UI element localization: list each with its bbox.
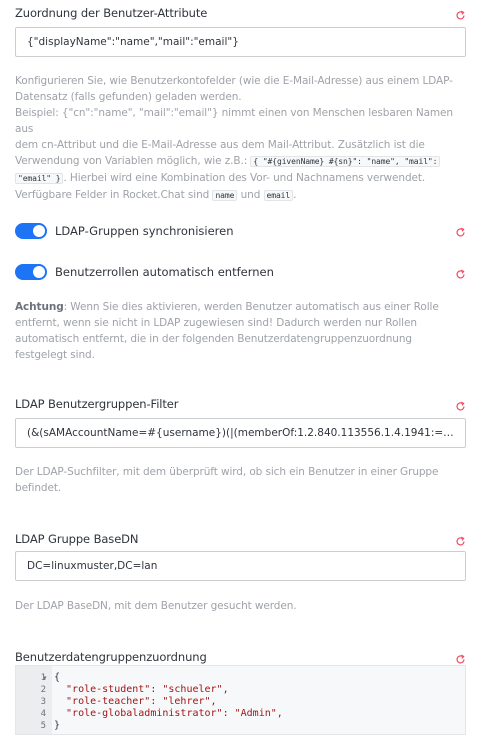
line-number: 3 xyxy=(40,697,46,707)
group-basedn-section: LDAP Gruppe BaseDN DC=linuxmuster,DC=lan… xyxy=(15,532,466,612)
group-filter-label: LDAP Benutzergruppen-Filter xyxy=(15,397,179,411)
code-line: "role-student": "schueler", xyxy=(54,684,229,695)
auto-remove-roles-toggle[interactable] xyxy=(15,264,47,280)
toggle-knob xyxy=(33,225,45,237)
toggle-knob xyxy=(33,266,45,278)
sync-groups-row: LDAP-Gruppen synchronisieren xyxy=(15,222,466,240)
line-number: 4 xyxy=(40,709,46,719)
attr-mapping-help: Konfigurieren Sie, wie Benutzerkontofeld… xyxy=(15,73,466,204)
reset-icon[interactable] xyxy=(455,401,466,412)
reset-icon[interactable] xyxy=(455,10,466,21)
group-filter-value: (&(sAMAccountName=#{username})(|(memberO… xyxy=(27,427,455,439)
field-email-code: email xyxy=(263,190,294,201)
sync-groups-label: LDAP-Gruppen synchronisieren xyxy=(55,224,234,238)
group-basedn-help: Der LDAP BaseDN, mit dem Benutzer gesuch… xyxy=(15,600,297,612)
help-line: Datensatz (falls gefunden) geladen werde… xyxy=(15,91,242,103)
warning-bold: Achtung xyxy=(15,301,64,313)
reset-icon[interactable] xyxy=(455,654,466,665)
reset-icon[interactable] xyxy=(455,536,466,547)
help-line: Verwendung von Variablen möglich, wie z.… xyxy=(15,153,466,170)
reset-icon[interactable] xyxy=(455,227,466,238)
attr-mapping-value: {"displayName":"name","mail":"email"} xyxy=(27,36,239,48)
auto-remove-roles-label: Benutzerrollen automatisch entfernen xyxy=(55,265,274,279)
group-filter-help: Der LDAP-Suchfilter, mit dem überprüft w… xyxy=(15,464,466,496)
help-line: befindet. xyxy=(15,482,62,494)
group-mapping-section: Benutzerdatengruppenzuordnung 1 2 3 4 5 … xyxy=(15,650,466,735)
help-line: festgelegt sind. xyxy=(15,349,95,361)
fold-arrow-icon[interactable]: ▾ xyxy=(43,672,47,684)
attr-mapping-section: Zuordnung der Benutzer-Attribute {"displ… xyxy=(15,6,466,201)
group-filter-section: LDAP Benutzergruppen-Filter (&(sAMAccoun… xyxy=(15,397,466,494)
code-example: "email" } xyxy=(15,173,64,184)
group-basedn-input[interactable]: DC=linuxmuster,DC=lan xyxy=(15,551,466,581)
help-line: automatisch entfernt, die in der folgend… xyxy=(15,333,412,345)
attr-mapping-label: Zuordnung der Benutzer-Attribute xyxy=(15,6,208,20)
group-basedn-label: LDAP Gruppe BaseDN xyxy=(15,532,139,546)
help-line: Beispiel: {"cn":"name", "mail":"email"} … xyxy=(15,107,453,135)
code-line: { xyxy=(54,672,61,683)
code-line: } xyxy=(54,720,61,731)
group-filter-input[interactable]: (&(sAMAccountName=#{username})(|(memberO… xyxy=(15,418,466,448)
code-example: { "#{givenName} #{sn}": "name", "mail": xyxy=(250,156,441,167)
code-line: "role-teacher": "lehrer", xyxy=(54,696,217,707)
group-basedn-value: DC=linuxmuster,DC=lan xyxy=(27,560,158,572)
help-line: "email" }. Hierbei wird eine Kombination… xyxy=(15,170,466,187)
help-line: Konfigurieren Sie, wie Benutzerkontofeld… xyxy=(15,75,453,87)
help-line: entfernt, wenn sie nicht in LDAP zugewie… xyxy=(15,317,417,329)
attr-mapping-input[interactable]: {"displayName":"name","mail":"email"} xyxy=(15,27,466,57)
help-line: Achtung: Wenn Sie dies aktivieren, werde… xyxy=(15,301,439,313)
group-mapping-code-editor[interactable]: 1 2 3 4 5 ▾ { "role-student": "schueler"… xyxy=(15,665,466,735)
help-line: Verfügbare Felder in Rocket.Chat sind na… xyxy=(15,189,297,201)
sync-groups-toggle[interactable] xyxy=(15,223,47,239)
editor-gutter: 1 2 3 4 5 ▾ xyxy=(16,666,52,734)
line-number: 5 xyxy=(40,721,46,731)
help-line: dem cn-Attribut und die E-Mail-Adresse a… xyxy=(15,139,425,151)
help-line: Der LDAP-Suchfilter, mit dem überprüft w… xyxy=(15,466,439,478)
reset-icon[interactable] xyxy=(455,269,466,280)
code-line: "role-globaladministrator": "Admin", xyxy=(54,708,283,719)
auto-remove-warning: Achtung: Wenn Sie dies aktivieren, werde… xyxy=(15,299,466,363)
auto-remove-roles-row: Benutzerrollen automatisch entfernen xyxy=(15,263,466,281)
group-mapping-label: Benutzerdatengruppenzuordnung xyxy=(15,650,207,664)
field-name-code: name xyxy=(212,190,238,201)
line-number: 2 xyxy=(40,685,46,695)
